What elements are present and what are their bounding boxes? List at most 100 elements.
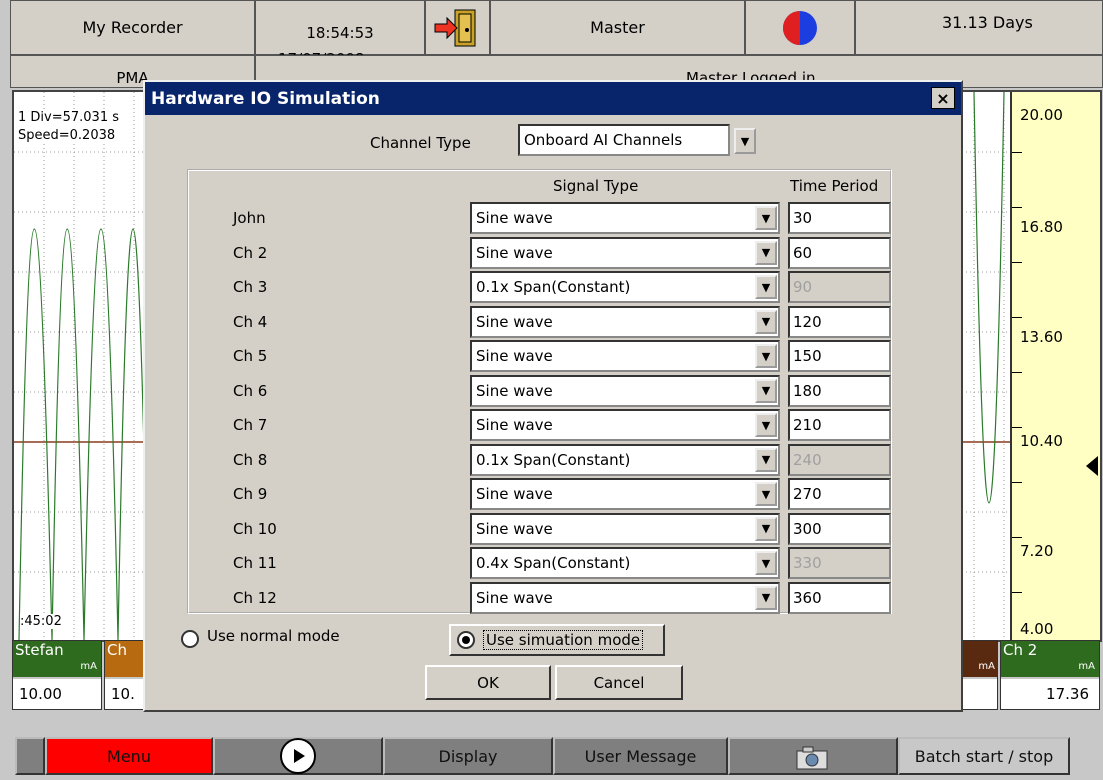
channel-name: Ch 6: [233, 381, 268, 400]
signal-type-select[interactable]: Sine wave: [470, 340, 780, 372]
channel-name: Ch 11: [233, 554, 277, 572]
pointer-marker-icon: [1086, 456, 1098, 476]
screenshot-button[interactable]: [728, 737, 898, 775]
speed-info: Speed=0.2038: [18, 128, 116, 143]
chevron-down-icon[interactable]: ▼: [755, 344, 777, 368]
div-info: 1 Div=57.031 s: [18, 110, 120, 125]
time-period-input[interactable]: 120: [788, 305, 891, 338]
status-header: My Recorder 18:54:53 17/07/2008 Master 3…: [10, 0, 1103, 88]
time-marker: :45:02: [20, 614, 62, 629]
chevron-down-icon[interactable]: ▼: [755, 206, 777, 230]
signal-type-select[interactable]: Sine wave: [470, 478, 780, 510]
time-period-input[interactable]: 270: [788, 478, 891, 510]
channel-type-label: Channel Type: [370, 134, 471, 152]
time-period-input[interactable]: 150: [788, 340, 891, 372]
scale-label: 10.40: [1020, 432, 1063, 450]
scale-label: 20.00: [1020, 106, 1063, 124]
days-left: 31.13 Days: [855, 0, 1103, 55]
time-period-header: Time Period: [790, 177, 879, 195]
normal-mode-radio[interactable]: [181, 630, 199, 648]
signal-type-select[interactable]: 0.1x Span(Constant): [470, 271, 780, 303]
chevron-down-icon[interactable]: ▼: [755, 447, 777, 472]
scale-label: 16.80: [1020, 218, 1063, 236]
signal-type-select[interactable]: Sine wave: [470, 512, 780, 545]
time-text: 18:54:53: [306, 23, 374, 42]
time-period-input[interactable]: 180: [788, 374, 891, 407]
scale-tick: [1012, 152, 1022, 153]
chevron-down-icon[interactable]: ▼: [755, 309, 777, 334]
hardware-io-simulation-dialog: Hardware IO Simulation × Channel Type On…: [143, 80, 963, 712]
scale-tick: [1012, 537, 1022, 538]
channel-head: mA: [961, 641, 997, 677]
scale-tick: [1012, 317, 1022, 318]
scale-tick: [1012, 592, 1022, 593]
chevron-down-icon[interactable]: ▼: [755, 378, 777, 403]
close-icon[interactable]: ×: [931, 87, 955, 109]
menu-button[interactable]: Menu: [45, 737, 213, 775]
cancel-button[interactable]: Cancel: [555, 665, 683, 700]
simulation-mode-radio[interactable]: [457, 631, 475, 649]
logout-door-icon[interactable]: [425, 0, 490, 55]
chevron-down-icon[interactable]: ▼: [755, 240, 777, 265]
scale-tick: [1012, 482, 1022, 483]
batch-start-stop-button[interactable]: Batch start / stop: [898, 737, 1070, 775]
signal-type-header: Signal Type: [553, 177, 639, 195]
time-period-input[interactable]: 210: [788, 409, 891, 441]
play-icon: [280, 738, 316, 774]
scale-tick: [1012, 262, 1022, 263]
scale-tick: [1012, 427, 1022, 428]
channel-name: Ch 9: [233, 485, 268, 503]
scale-tick: [1012, 372, 1022, 373]
display-button[interactable]: Display: [383, 737, 553, 775]
dialog-title: Hardware IO Simulation: [151, 88, 380, 109]
chevron-down-icon[interactable]: ▼: [755, 516, 777, 541]
channel-name: Ch 2: [233, 243, 268, 262]
channel-name: Ch 5: [233, 347, 268, 365]
camera-icon: [796, 746, 828, 770]
time-period-input: 330: [788, 547, 891, 579]
channel-head: Ch: [105, 641, 143, 677]
chevron-down-icon[interactable]: ▼: [755, 551, 777, 575]
signal-type-select[interactable]: Sine wave: [470, 305, 780, 338]
play-button[interactable]: [213, 737, 383, 775]
signal-type-select[interactable]: Sine wave: [470, 236, 780, 269]
time-period-input: 240: [788, 443, 891, 476]
chevron-down-icon[interactable]: ▼: [734, 128, 756, 154]
chevron-down-icon[interactable]: ▼: [755, 413, 777, 437]
ok-button[interactable]: OK: [425, 665, 551, 700]
time-period-input[interactable]: 360: [788, 581, 891, 614]
signal-type-select[interactable]: 0.1x Span(Constant): [470, 443, 780, 476]
channel-box-ch[interactable]: Ch 10.: [104, 640, 144, 710]
channel-value: 17.36: [1001, 679, 1099, 709]
scale-label: 7.20: [1020, 542, 1054, 560]
time-period-input: 90: [788, 271, 891, 303]
scale-label: 4.00: [1020, 620, 1054, 638]
time-period-input[interactable]: 300: [788, 512, 891, 545]
channel-name: Ch 4: [233, 312, 268, 331]
signal-type-select[interactable]: 0.4x Span(Constant): [470, 547, 780, 579]
chevron-down-icon[interactable]: ▼: [755, 482, 777, 506]
channel-type-select[interactable]: Onboard AI Channels: [518, 124, 730, 156]
signal-type-select[interactable]: Sine wave: [470, 374, 780, 407]
channel-box-partial[interactable]: mA: [960, 640, 998, 710]
normal-mode-label[interactable]: Use normal mode: [207, 627, 340, 645]
date-time: 18:54:53: [255, 0, 425, 55]
scale-bar: 20.00 16.80 13.60 10.40 7.20 4.00: [1010, 92, 1100, 640]
channel-head: Ch 2 mA: [1001, 641, 1099, 677]
channel-name: Ch 8: [233, 450, 268, 469]
scale-label: 13.60: [1020, 328, 1063, 346]
channel-value: 10.00: [13, 679, 101, 709]
signal-type-select[interactable]: Sine wave: [470, 581, 780, 614]
time-period-input[interactable]: 60: [788, 236, 891, 269]
time-period-input[interactable]: 30: [788, 202, 891, 234]
channel-box-ch2[interactable]: Ch 2 mA 17.36: [1000, 640, 1100, 710]
simulation-mode-radio-button[interactable]: Use simuation mode: [449, 624, 665, 656]
user-message-button[interactable]: User Message: [553, 737, 728, 775]
chevron-down-icon[interactable]: ▼: [755, 585, 777, 610]
footer-spacer: [15, 737, 45, 775]
signal-type-select[interactable]: Sine wave: [470, 409, 780, 441]
channel-box-stefan[interactable]: Stefan mA 10.00: [12, 640, 102, 710]
chevron-down-icon[interactable]: ▼: [755, 275, 777, 299]
signal-type-select[interactable]: Sine wave: [470, 202, 780, 234]
disk-usage-pie-icon: [745, 0, 855, 55]
